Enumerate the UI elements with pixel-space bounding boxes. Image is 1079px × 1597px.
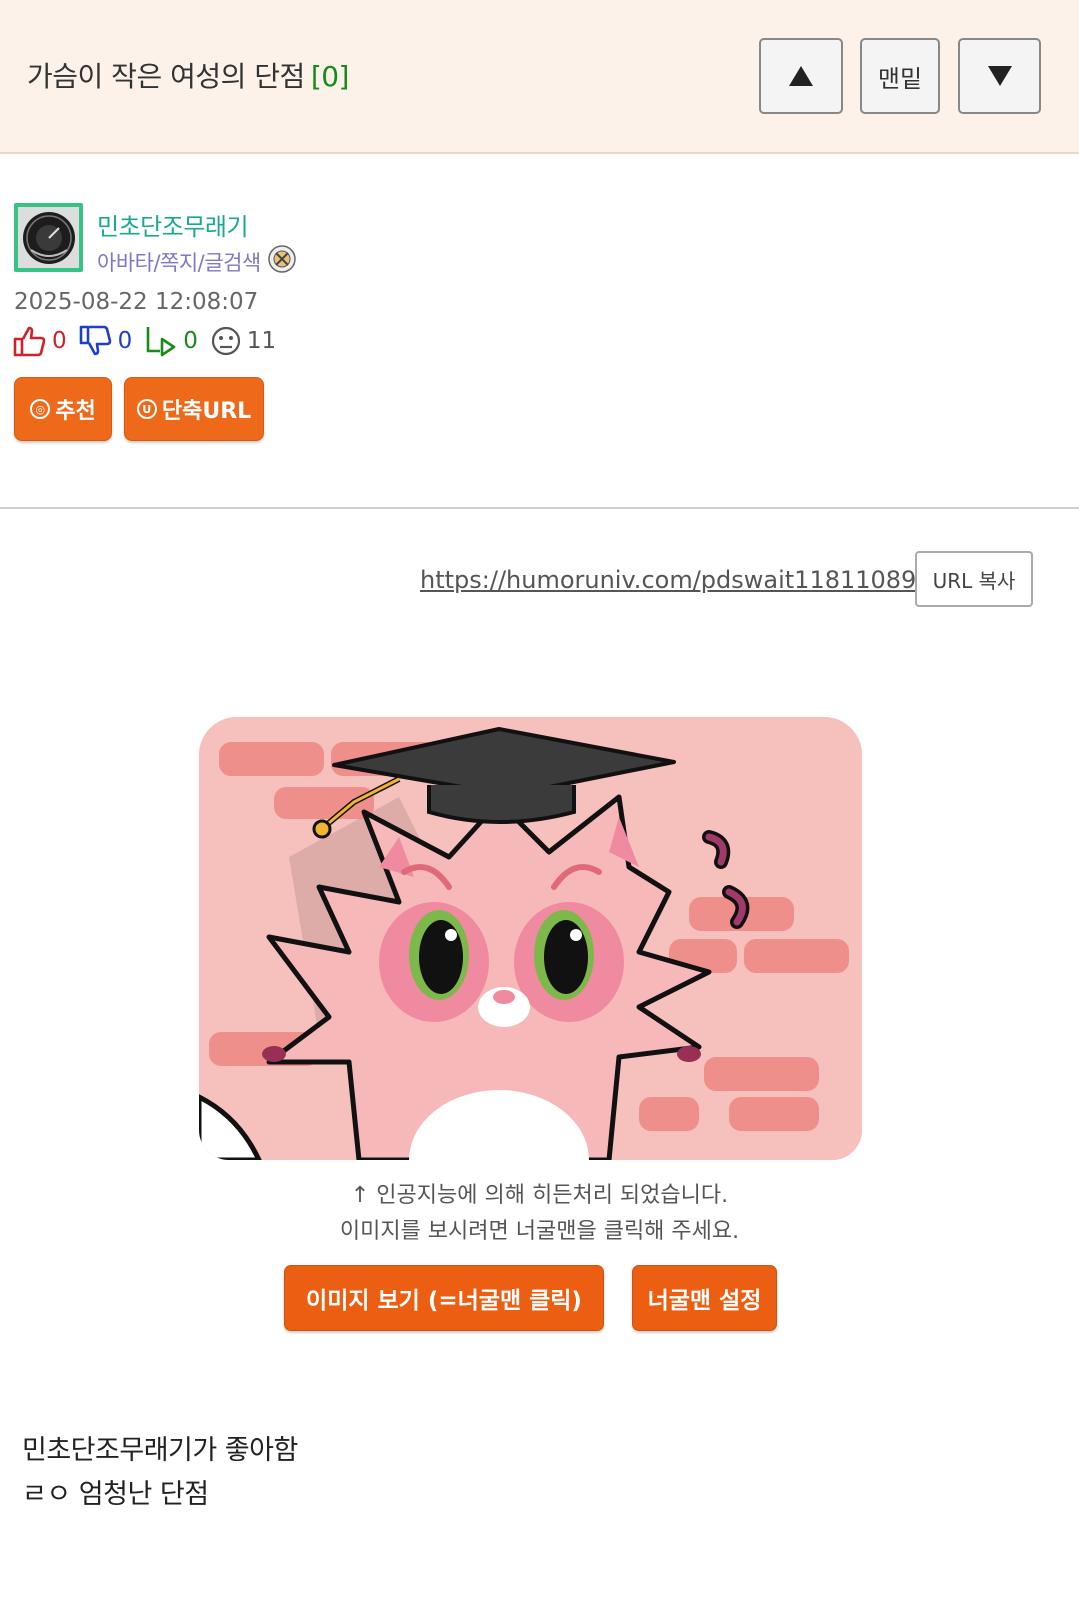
top-bar: 가슴이 작은 여성의 단점 [0] 맨밑 [0,0,1079,154]
share-arrow-icon [146,327,176,357]
comment-count[interactable]: [0] [311,60,350,93]
author-name[interactable]: 민초단조무래기 [97,207,249,242]
view-image-button[interactable]: 이미지 보기 (=너굴맨 클릭) [284,1265,604,1331]
scroll-up-button[interactable] [759,38,843,114]
avatar-image [18,207,79,268]
post-body-line2: ㄹㅇ 엄청난 단점 [22,1479,209,1510]
scroll-down-button[interactable] [958,38,1041,114]
arrow-down-icon [987,66,1012,86]
view-count: 11 [246,328,277,354]
section-divider [0,507,1079,509]
author-links: 아바타/쪽지/글검색 [97,244,297,279]
short-url-label: 단축URL [161,399,252,424]
recommend-icon: ◎ [30,399,51,419]
post-title: 가슴이 작은 여성의 단점 [0] [27,55,349,95]
like-count: 0 [52,328,67,354]
hidden-image-placeholder[interactable] [199,717,862,1160]
dislike-count: 0 [117,328,133,354]
hidden-caption-line2: 이미지를 보시려면 너굴맨을 클릭해 주세요. [339,1219,740,1244]
raccoon-settings-button[interactable]: 너굴맨 설정 [632,1265,777,1331]
post-title-text: 가슴이 작은 여성의 단점 [27,60,305,93]
author-menu-link[interactable]: 아바타/쪽지/글검색 [97,247,261,277]
arrow-up-icon [789,66,813,86]
share-count: 0 [183,328,198,354]
hidden-caption-line1: ↑ 인공지능에 의해 히든처리 되었습니다. [350,1183,729,1208]
avatar[interactable] [14,203,83,272]
thumbs-up-icon [13,326,46,357]
short-url-button[interactable]: U 단축URL [124,377,264,441]
url-copy-button[interactable]: URL 복사 [915,551,1033,607]
post-stats: 0 0 0 11 [13,324,288,358]
post-date: 2025-08-22 12:08:07 [14,289,259,315]
scroll-bottom-button[interactable]: 맨밑 [860,38,940,114]
recommend-label: 추천 [55,399,96,424]
post-url-link[interactable]: https://humoruniv.com/pdswait11811089 [420,566,916,594]
raccoon-graduate-image [199,717,862,1160]
thumbs-down-icon [79,325,111,356]
views-face-icon [211,326,241,356]
post-body-line1: 민초단조무래기가 좋아함 [22,1435,298,1466]
short-url-icon: U [136,399,157,419]
block-badge-icon[interactable] [267,244,297,279]
recommend-button[interactable]: ◎ 추천 [14,377,112,441]
